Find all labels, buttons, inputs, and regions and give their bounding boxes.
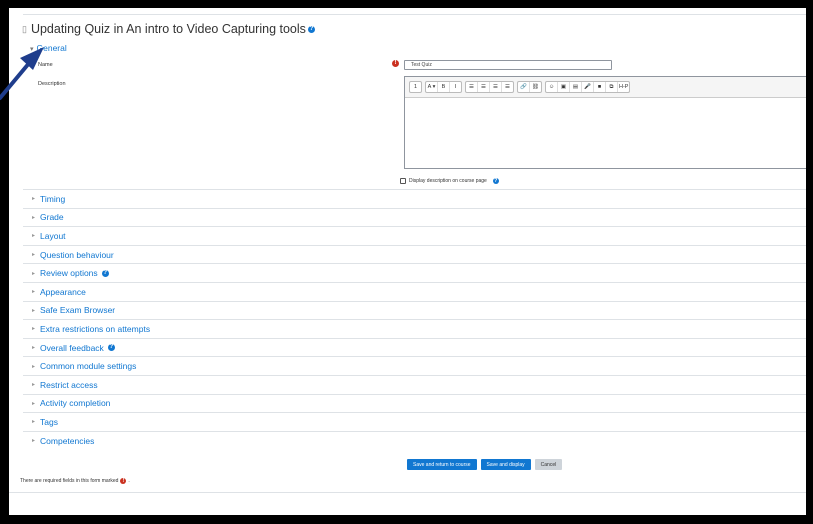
- chevron-right-icon: ▸: [32, 214, 36, 221]
- section-toggle[interactable]: ▸ Activity completion: [23, 393, 806, 413]
- chevron-right-icon: ▸: [32, 326, 36, 333]
- help-icon[interactable]: ?: [107, 344, 115, 352]
- section-label: Question behaviour: [40, 249, 114, 260]
- toolbar-button[interactable]: H-P: [618, 82, 629, 92]
- required-note-suffix: .: [128, 478, 130, 484]
- section-toggle[interactable]: ▸ Restrict access: [23, 374, 806, 394]
- display-description-label: Display description on course page: [409, 178, 487, 184]
- section-general-toggle[interactable]: ▾ General: [30, 43, 67, 53]
- chevron-right-icon: ▸: [32, 270, 36, 277]
- top-divider: [23, 14, 806, 15]
- toolbar-button[interactable]: ▤: [570, 82, 582, 92]
- chevron-right-icon: ▸: [32, 400, 36, 407]
- editor-toolbar: 1A ▾ B I ☰ ☰ ☰ ☰ 🔗 ⛓ ☺ ▣ ▤ 🎤 ■ ⧉ H-P: [405, 77, 806, 98]
- page-title-text: Updating Quiz in An intro to Video Captu…: [30, 22, 306, 36]
- section-label: Competencies: [40, 435, 95, 446]
- chevron-right-icon: ▸: [32, 382, 36, 389]
- toolbar-group: ☺ ▣ ▤ 🎤 ■ ⧉ H-P: [545, 81, 631, 93]
- section-label: Appearance: [40, 286, 86, 297]
- required-icon: !: [392, 60, 399, 67]
- section-label: Activity completion: [40, 398, 111, 409]
- toolbar-button[interactable]: B: [438, 82, 450, 92]
- toolbar-button[interactable]: 🎤: [582, 82, 594, 92]
- section-label: Tags: [40, 416, 58, 427]
- chevron-right-icon: ▸: [32, 252, 36, 259]
- toolbar-group: ☰ ☰ ☰ ☰: [465, 81, 514, 93]
- description-label: Description: [38, 81, 66, 87]
- toolbar-button[interactable]: ⧉: [606, 82, 618, 92]
- chevron-down-icon: ▾: [30, 46, 34, 53]
- quiz-settings-page: ▯ Updating Quiz in An intro to Video Cap…: [9, 8, 806, 515]
- name-label: Name: [38, 62, 53, 68]
- section-label: Safe Exam Browser: [40, 305, 116, 316]
- section-label: Common module settings: [40, 361, 137, 372]
- section-toggle[interactable]: ▸ Appearance: [23, 281, 806, 301]
- section-toggle[interactable]: ▸ Timing: [23, 189, 806, 208]
- toolbar-button[interactable]: ▣: [558, 82, 570, 92]
- toolbar-button[interactable]: ■: [594, 82, 606, 92]
- section-label: Review options: [40, 268, 98, 279]
- toolbar-button[interactable]: 🔗: [518, 82, 530, 92]
- toolbar-button[interactable]: I: [450, 82, 461, 92]
- display-description-checkbox[interactable]: [400, 178, 406, 184]
- toolbar-button[interactable]: ☺: [546, 82, 558, 92]
- chevron-right-icon: ▸: [32, 345, 36, 352]
- toolbar-button[interactable]: 1: [410, 82, 421, 92]
- page-title: ▯ Updating Quiz in An intro to Video Cap…: [22, 22, 315, 36]
- chevron-right-icon: ▸: [32, 289, 36, 296]
- section-label: Extra restrictions on attempts: [40, 323, 151, 334]
- save-return-button[interactable]: Save and return to course: [407, 459, 477, 470]
- file-icon: ▯: [22, 23, 27, 34]
- section-toggle[interactable]: ▸ Layout: [23, 226, 806, 245]
- section-toggle[interactable]: ▸ Competencies: [23, 430, 806, 450]
- section-label: Layout: [40, 230, 66, 241]
- chevron-right-icon: ▸: [32, 438, 36, 445]
- toolbar-button[interactable]: ☰: [466, 82, 478, 92]
- chevron-right-icon: ▸: [32, 307, 36, 314]
- section-toggle[interactable]: ▸ Extra restrictions on attempts: [23, 319, 806, 338]
- toolbar-button[interactable]: ☰: [490, 82, 502, 92]
- section-toggle[interactable]: ▸ Grade: [23, 207, 806, 227]
- chevron-right-icon: ▸: [32, 233, 36, 240]
- description-editor[interactable]: 1A ▾ B I ☰ ☰ ☰ ☰ 🔗 ⛓ ☺ ▣ ▤ 🎤 ■ ⧉ H-P: [404, 76, 806, 169]
- toolbar-button[interactable]: ☰: [502, 82, 513, 92]
- section-label: Restrict access: [40, 379, 98, 390]
- section-toggle[interactable]: ▸ Tags: [23, 412, 806, 431]
- save-display-button[interactable]: Save and display: [480, 459, 531, 470]
- help-icon[interactable]: ?: [101, 269, 109, 277]
- section-label: Grade: [40, 212, 64, 223]
- section-toggle[interactable]: ▸ Common module settings: [23, 356, 806, 375]
- help-icon[interactable]: ?: [492, 178, 499, 184]
- section-toggle[interactable]: ▸ Safe Exam Browser: [23, 300, 806, 320]
- section-toggle[interactable]: ▸ Review options?: [23, 263, 806, 282]
- toolbar-group: A ▾ B I: [425, 81, 462, 93]
- toolbar-button[interactable]: ☰: [478, 82, 490, 92]
- section-label: Overall feedback: [40, 342, 104, 353]
- collapsible-sections: ▸ Timing ▸ Grade ▸ Layout ▸ Question behaviour ▸…: [23, 189, 806, 449]
- toolbar-group: 1: [409, 81, 422, 93]
- required-note-text: There are required fields in this form m…: [20, 478, 119, 484]
- required-icon: !: [120, 478, 127, 484]
- chevron-right-icon: ▸: [32, 419, 36, 426]
- section-toggle[interactable]: ▸ Question behaviour: [23, 244, 806, 264]
- chevron-right-icon: ▸: [32, 196, 36, 203]
- bottom-divider: [9, 492, 806, 493]
- section-label: Timing: [40, 193, 66, 204]
- form-buttons: Save and return to course Save and displ…: [407, 459, 563, 470]
- cancel-button[interactable]: Cancel: [534, 459, 563, 470]
- toolbar-button[interactable]: A ▾: [426, 82, 438, 92]
- chevron-right-icon: ▸: [32, 363, 36, 370]
- section-toggle[interactable]: ▸ Overall feedback?: [23, 337, 806, 357]
- toolbar-group: 🔗 ⛓: [517, 81, 542, 93]
- section-general-label: General: [36, 43, 67, 53]
- name-input[interactable]: Test Quiz: [404, 60, 612, 70]
- toolbar-button[interactable]: ⛓: [530, 82, 541, 92]
- display-description-option[interactable]: Display description on course page ?: [400, 178, 499, 184]
- help-icon[interactable]: ?: [307, 25, 315, 33]
- required-fields-note: There are required fields in this form m…: [20, 478, 130, 484]
